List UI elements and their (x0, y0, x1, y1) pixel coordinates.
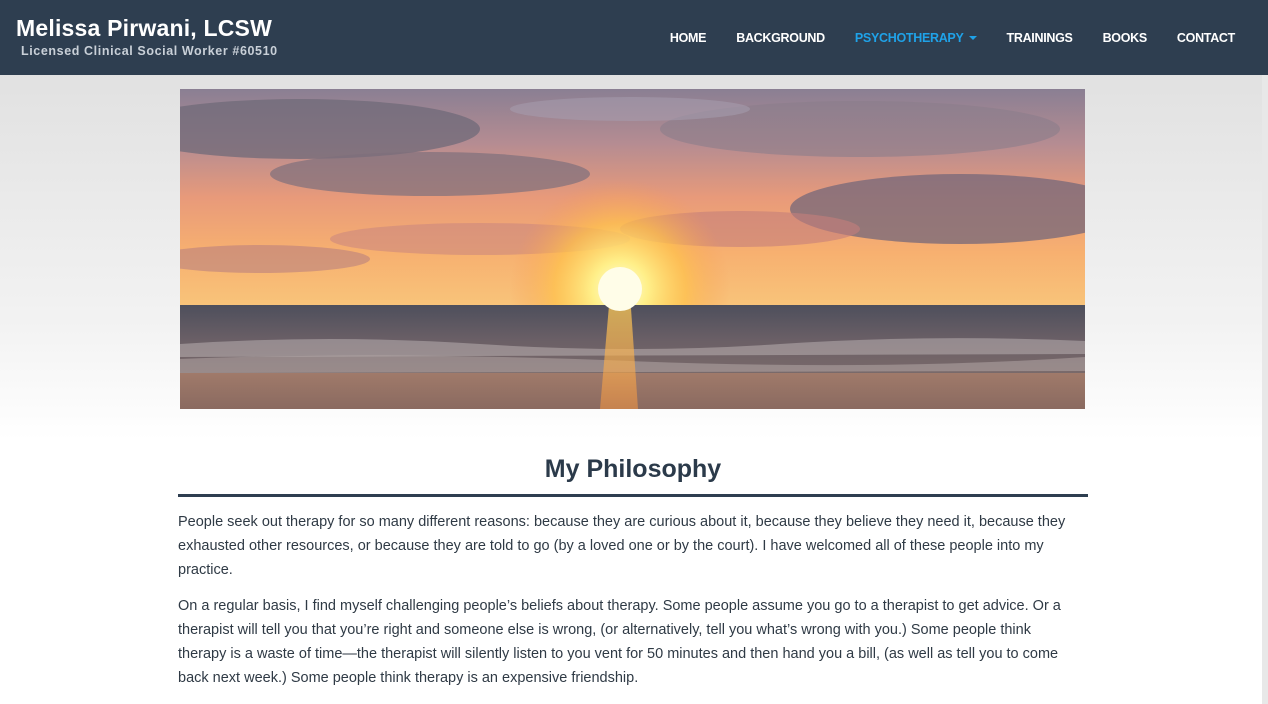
nav-item-books[interactable]: BOOKS (1102, 29, 1148, 47)
page-scrollbar[interactable] (1262, 75, 1268, 704)
sunset-ocean-image (180, 89, 1085, 409)
nav-item-label: PSYCHOTHERAPY (854, 31, 964, 45)
nav-item-label: BACKGROUND (736, 31, 825, 45)
nav-item-background[interactable]: BACKGROUND (736, 29, 825, 47)
site-subtitle: Licensed Clinical Social Worker #60510 (21, 44, 278, 58)
nav-item-label: HOME (669, 31, 707, 45)
hero-image (180, 89, 1085, 409)
nav-item-label: CONTACT (1176, 31, 1235, 45)
heading-divider (178, 494, 1088, 497)
page-title: My Philosophy (544, 455, 722, 483)
brand[interactable]: Melissa Pirwani, LCSW Licensed Clinical … (16, 14, 278, 60)
nav-item-contact[interactable]: CONTACT (1177, 29, 1235, 47)
nav-item-label: BOOKS (1102, 31, 1148, 45)
nav-item-trainings[interactable]: TRAININGS (1007, 29, 1073, 47)
nav-item-label: TRAININGS (1006, 31, 1073, 45)
site-title[interactable]: Melissa Pirwani, LCSW (16, 14, 278, 42)
caret-down-icon (968, 36, 977, 40)
main-nav: HOME BACKGROUND PSYCHOTHERAPY TRAININGS … (640, 29, 1235, 47)
top-navbar: Melissa Pirwani, LCSW Licensed Clinical … (0, 0, 1268, 75)
nav-item-home[interactable]: HOME (669, 29, 707, 47)
nav-item-psychotherapy[interactable]: PSYCHOTHERAPY (855, 29, 977, 47)
main-content: People seek out therapy for so many diff… (178, 510, 1078, 702)
paragraph: On a regular basis, I find myself challe… (178, 598, 1061, 686)
paragraph: People seek out therapy for so many diff… (178, 514, 1066, 578)
